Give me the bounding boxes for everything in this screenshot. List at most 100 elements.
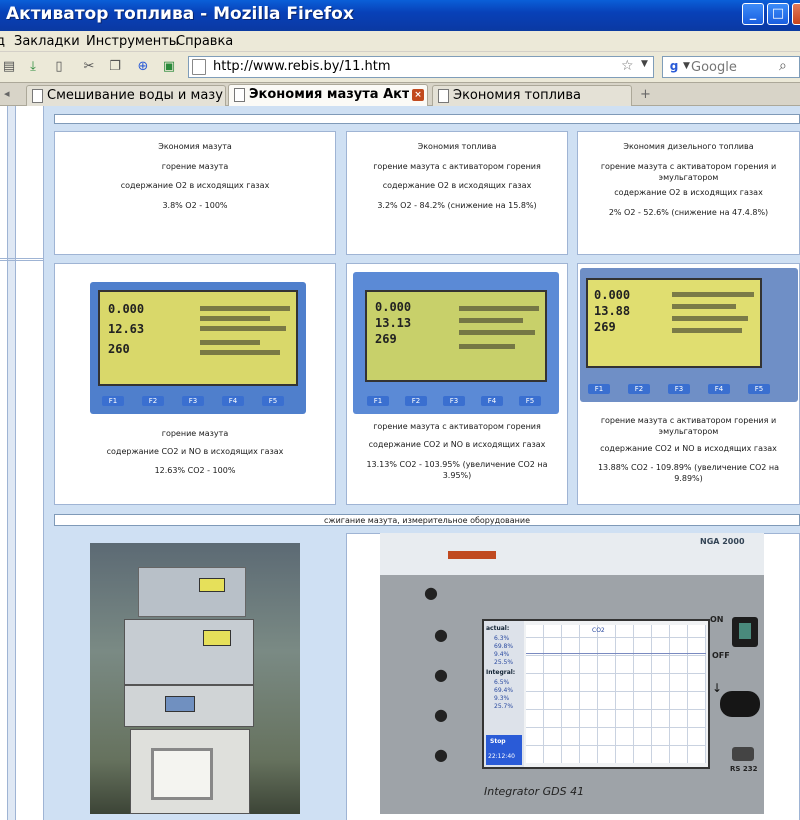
knob-icon: ●: [434, 665, 448, 684]
function-key: F5: [262, 396, 284, 406]
enclosure-cabinet: [130, 729, 250, 814]
actual-label: actual:: [486, 625, 510, 632]
unit-display: [203, 630, 231, 646]
analyzer-display-photo: 0.000 13.88 269 F1 F2 F3 F4 F5: [580, 268, 798, 402]
close-tab-icon[interactable]: ×: [412, 89, 424, 101]
tab-fuel-economy-activator[interactable]: Экономия мазута Акт... ×: [228, 84, 428, 107]
integral-value: 9.3%: [494, 695, 510, 702]
bar-row: [459, 306, 539, 311]
equipment-caption-strip: сжигание мазута, измерительное оборудова…: [54, 514, 800, 526]
cell-value: 9.89%): [674, 474, 703, 483]
on-label: ON: [710, 615, 724, 624]
function-key: F4: [222, 396, 244, 406]
cell-value: 2% О2 - 52.6% (снижение на 47.4.8%): [608, 208, 769, 217]
bar-row: [672, 292, 754, 297]
left-frame-column: [8, 106, 16, 820]
maximize-button[interactable]: □: [767, 3, 789, 25]
equipment-rack-photo: [90, 543, 300, 814]
google-icon[interactable]: g: [666, 59, 682, 75]
url-bar[interactable]: http://www.rebis.by/11.htm ☆ ▼: [188, 56, 654, 78]
bar-row: [200, 340, 260, 345]
new-tab-button[interactable]: +: [640, 87, 651, 102]
analyzer-unit-top: [138, 567, 246, 617]
gds-side-panel: actual: 6.3% 69.8% 9.4% 25.5% Integral: …: [484, 621, 524, 767]
gds-brand: NGA 2000: [700, 537, 745, 546]
url-text[interactable]: http://www.rebis.by/11.htm: [213, 59, 391, 74]
function-key: F1: [588, 384, 610, 394]
gds-model-label: Integrator GDS 41: [484, 785, 585, 798]
cell-co2-activator: 0.000 13.13 269 F1 F2 F3 F4 F5 горение м…: [346, 263, 568, 505]
menu-bar: д Закладки Инструменты Справка: [0, 31, 800, 52]
page-icon[interactable]: ▯: [50, 58, 68, 76]
gds-stop-panel: Stop 22:12:40: [486, 735, 522, 765]
knob-icon: ●: [434, 705, 448, 724]
download-icon[interactable]: ⤓: [24, 58, 42, 76]
analyzer-unit-middle: [124, 619, 254, 685]
minimize-button[interactable]: _: [742, 3, 764, 25]
power-switch-light: [739, 623, 751, 639]
bar-row: [672, 328, 742, 333]
menu-item-help[interactable]: Справка: [176, 34, 233, 49]
bookmark-star-icon[interactable]: ☆: [621, 58, 634, 74]
menu-item-tools[interactable]: Инструменты: [86, 34, 179, 49]
search-engine-dropdown-icon[interactable]: ▼: [683, 61, 690, 71]
serial-port: [732, 747, 754, 761]
bar-row: [200, 350, 280, 355]
frame-divider: [0, 260, 44, 261]
cut-icon[interactable]: ✂: [80, 58, 98, 76]
gds-top-panel: NGA 2000: [380, 533, 764, 575]
url-dropdown-icon[interactable]: ▼: [641, 59, 648, 69]
tab-page-icon: [438, 89, 449, 103]
cell-value: 12.63% СО2 - 100%: [154, 466, 236, 475]
integral-value: 69.4%: [494, 687, 514, 694]
function-key: F2: [142, 396, 164, 406]
analyzer-screen: 0.000 13.88 269: [586, 278, 762, 368]
search-input[interactable]: [691, 58, 775, 76]
navigation-toolbar: ▤ ⤓ ▯ ✂ ❐ ⊕ ▣ http://www.rebis.by/11.htm…: [0, 52, 800, 82]
cell-line: горение мазута: [161, 162, 229, 171]
function-keys: F1 F2 F3 F4 F5: [588, 384, 788, 394]
actual-value: 9.4%: [494, 651, 510, 658]
tab-page-icon: [32, 89, 43, 103]
function-key: F4: [708, 384, 730, 394]
cell-heading: Экономия мазута: [158, 142, 232, 151]
cell-line: эмульгатором: [658, 173, 719, 182]
copy-icon[interactable]: ❐: [106, 58, 124, 76]
page-content: Экономия мазута горение мазута содержани…: [0, 106, 800, 820]
bar-row: [672, 316, 748, 321]
analyzer-display-photo: 0.000 12.63 260 F1 F2 F3 F4 F5: [90, 282, 306, 414]
gds-stop: Stop: [490, 738, 506, 745]
menu-item-bookmarks[interactable]: Закладки: [14, 34, 80, 49]
search-box[interactable]: g ▼ ⌕: [662, 56, 800, 78]
cell-line: содержание СО2 и NO в исходящих газах: [106, 447, 284, 456]
cell-oxygen-baseline: Экономия мазута горение мазута содержани…: [54, 131, 336, 255]
printer-icon[interactable]: ▤: [0, 58, 18, 76]
bar-row: [459, 318, 523, 323]
reading-co2: 13.88: [594, 304, 631, 318]
function-key: F5: [519, 396, 541, 406]
unit-display: [165, 696, 195, 712]
gds-screen: actual: 6.3% 69.8% 9.4% 25.5% Integral: …: [482, 619, 710, 769]
tab-label: Экономия топлива: [453, 88, 581, 103]
cell-heading: Экономия дизельного топлива: [623, 142, 754, 151]
cell-line: горение мазута с активатором горения и: [600, 162, 777, 171]
close-window-button[interactable]: [792, 3, 800, 25]
tab-fuel-economy[interactable]: Экономия топлива: [432, 85, 632, 106]
search-icon[interactable]: ⌕: [779, 58, 787, 74]
port-label: RS 232: [730, 765, 758, 773]
cell-heading: Экономия топлива: [417, 142, 497, 151]
tab-scroll-left-icon[interactable]: ◂: [4, 87, 10, 100]
analyzer-screen: 0.000 12.63 260: [98, 290, 298, 386]
cell-line: эмульгатором: [658, 427, 719, 436]
menu-item-view-partial[interactable]: д: [0, 34, 5, 49]
cabinet-window: [151, 748, 213, 800]
fullscreen-icon[interactable]: ⊕: [134, 58, 152, 76]
tab-label: Смешивание воды и мазу...: [47, 88, 223, 103]
function-key: F3: [668, 384, 690, 394]
bar-row: [459, 330, 535, 335]
cell-line: горение мазута с активатором горения: [373, 422, 541, 431]
knob-icon: ●: [434, 625, 448, 644]
cell-value: 13.13% СО2 - 103.95% (увеличение СО2 на: [366, 460, 548, 469]
add-bookmark-icon[interactable]: ▣: [160, 58, 178, 76]
tab-water-fuel-mixing[interactable]: Смешивание воды и мазу...: [26, 85, 226, 106]
